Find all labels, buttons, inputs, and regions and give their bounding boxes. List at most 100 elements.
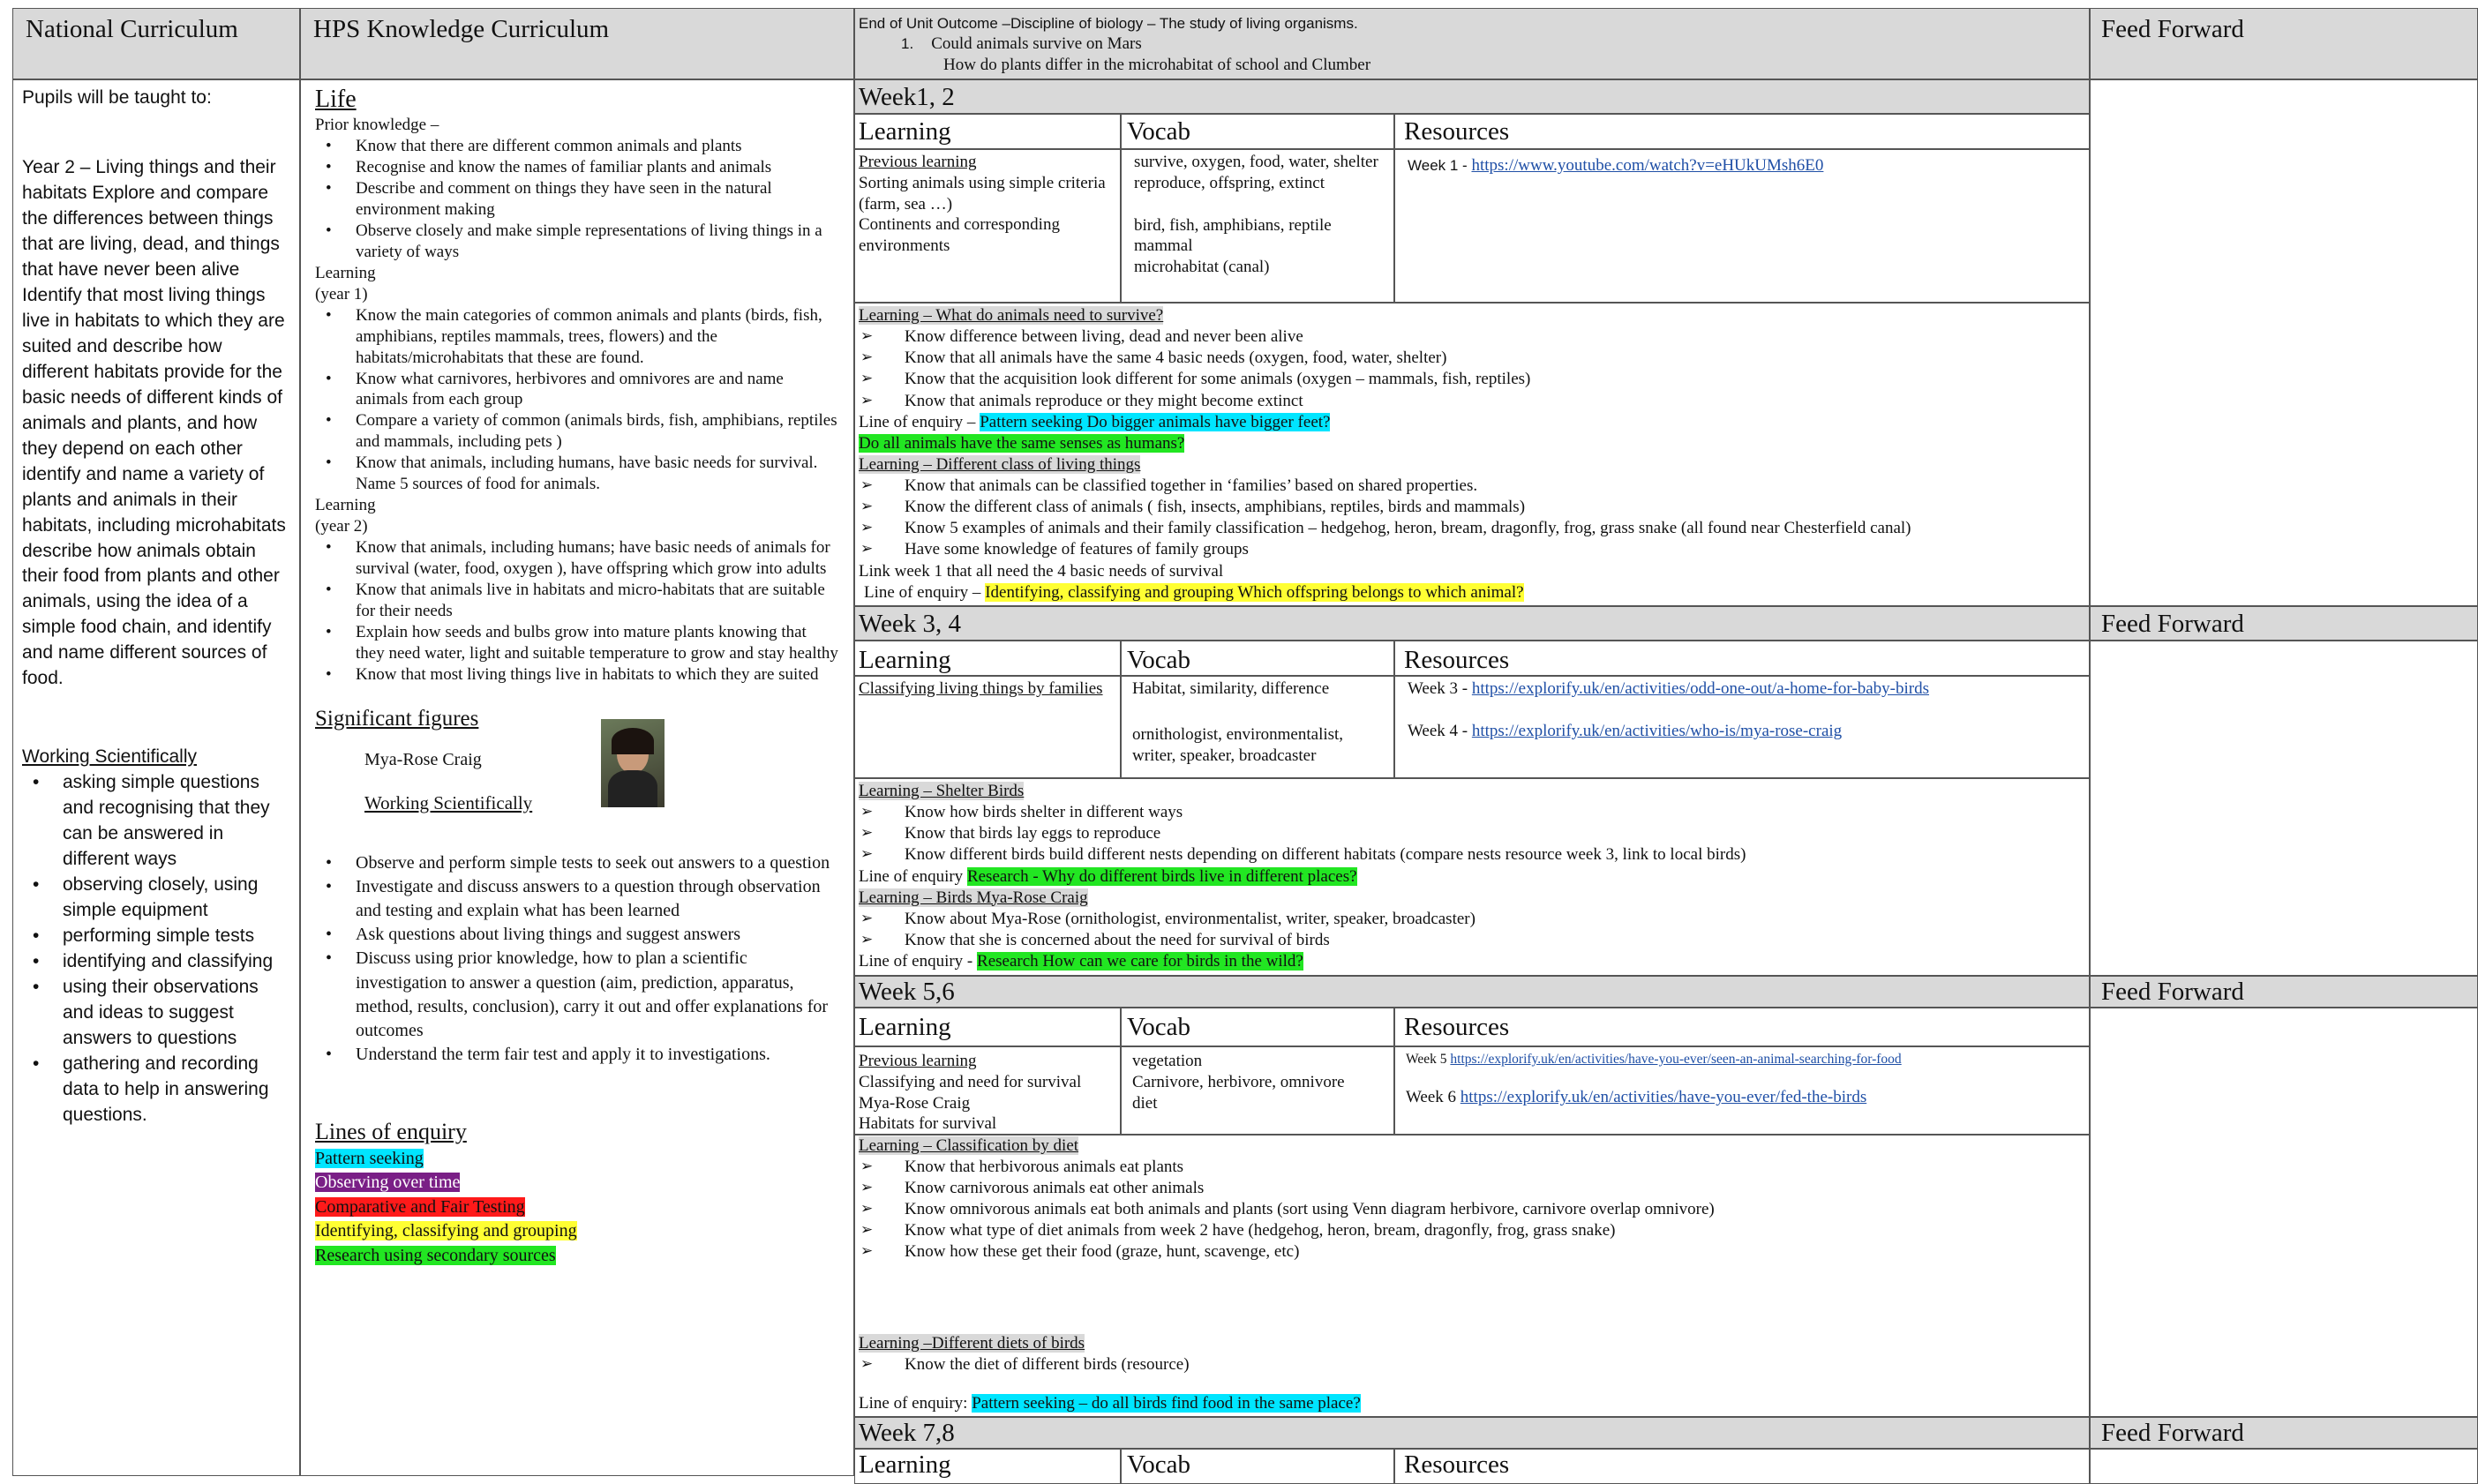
hps-ws-item: Ask questions about living things and su… bbox=[315, 923, 839, 947]
w12-loe2-text: Identifying, classifying and grouping Wh… bbox=[985, 582, 1524, 602]
w12-vocab-5: microhabitat (canal) bbox=[1134, 258, 1270, 276]
w56-learn-1: Classifying and need for survival bbox=[859, 1072, 1082, 1091]
w56-learn-2: Mya-Rose Craig bbox=[859, 1093, 971, 1113]
hps-loe-item: Pattern seeking bbox=[315, 1149, 424, 1169]
hps-ws-item: Understand the term fair test and apply … bbox=[315, 1043, 839, 1067]
hps-column: Life Prior knowledge – Know that there a… bbox=[300, 79, 854, 1476]
w34-loe1-label: Line of enquiry bbox=[859, 866, 964, 886]
w56-res6-link[interactable]: https://explorify.uk/en/activities/have-… bbox=[1461, 1088, 1866, 1106]
w12-bullets-2: Know that animals can be classified toge… bbox=[859, 476, 2085, 561]
ff-header-4: Feed Forward bbox=[2090, 1417, 2478, 1449]
w34-resources-cell: Week 3 - https://explorify.uk/en/activit… bbox=[1394, 676, 2090, 778]
w56-vocab-1: vegetation bbox=[1132, 1052, 1203, 1070]
ff-blank-4 bbox=[2090, 1449, 2478, 1484]
hps-sig-title: Significant figures bbox=[315, 706, 479, 731]
hps-year1-item: Know what carnivores, herbivores and omn… bbox=[315, 369, 839, 411]
w12-vocab-header: Vocab bbox=[1127, 117, 1190, 146]
w12-youtube-link[interactable]: https://www.youtube.com/watch?v=eHUkUMsh… bbox=[1471, 156, 1823, 175]
w78-col-learning: Learning bbox=[854, 1449, 1121, 1484]
w56-bullets-1: Know that herbivorous animals eat plants… bbox=[859, 1157, 2085, 1263]
header-ff-text: Feed Forward bbox=[2101, 15, 2244, 43]
w12-loe1-text: Pattern seeking Do bigger animals have b… bbox=[980, 412, 1331, 431]
header-nc-text: National Curriculum bbox=[26, 15, 238, 43]
w34-loe2-text: Research How can we care for birds in th… bbox=[977, 952, 1303, 971]
w12-bullet: Know the different class of animals ( fi… bbox=[859, 497, 2085, 518]
w56-learning-header: Learning bbox=[859, 1013, 951, 1041]
w34-loe1-text: Research - Why do different birds live i… bbox=[966, 866, 1357, 886]
w56-loe-text: Pattern seeking – do all birds find food… bbox=[972, 1393, 1361, 1413]
w34-learning-cell: Classifying living things by families bbox=[854, 676, 1121, 778]
w34-res4-label: Week 4 - bbox=[1408, 721, 1468, 740]
hps-loe-list: Pattern seeking Observing over time Compar… bbox=[315, 1147, 839, 1268]
hps-prior-item: Observe closely and make simple represen… bbox=[315, 221, 839, 263]
w34-res3-label: Week 3 - bbox=[1408, 679, 1468, 698]
w56-resources-cell: Week 5 https://explorify.uk/en/activitie… bbox=[1394, 1046, 2090, 1135]
eou-number: 1. bbox=[901, 34, 914, 52]
w56-resources-header: Resources bbox=[1404, 1013, 1510, 1041]
w56-heading-1: Learning – Classification by diet bbox=[859, 1136, 1079, 1155]
week78-title-text: Week 7,8 bbox=[859, 1419, 955, 1447]
nc-ws-item: using their observations and ideas to su… bbox=[22, 975, 290, 1052]
w78-col-vocab: Vocab bbox=[1121, 1449, 1394, 1484]
hps-prior-item: Describe and comment on things they have… bbox=[315, 178, 839, 221]
w56-vocab-header: Vocab bbox=[1127, 1013, 1190, 1041]
w12-res-label: Week 1 - bbox=[1408, 157, 1468, 174]
w12-learning-header: Learning bbox=[859, 117, 951, 146]
nc-ws-item: identifying and classifying bbox=[22, 949, 290, 975]
w34-resources-header: Resources bbox=[1404, 646, 1510, 674]
w34-heading-2: Learning – Birds Mya-Rose Craig bbox=[859, 888, 1088, 907]
w56-vocab-2: Carnivore, herbivore, omnivore bbox=[1132, 1072, 1345, 1091]
w12-col-vocab: Vocab bbox=[1121, 114, 1394, 149]
w56-learn-3: Habitats for survival bbox=[859, 1114, 997, 1134]
w56-learning-cell: Previous learning Classifying and need f… bbox=[854, 1046, 1121, 1135]
w34-res4-link[interactable]: https://explorify.uk/en/activities/who-i… bbox=[1472, 722, 1842, 740]
w12-learn-2: Continents and corresponding environment… bbox=[859, 215, 1060, 255]
w34-bullet: Know that she is concerned about the nee… bbox=[859, 930, 2085, 951]
w12-vocab-2: reproduce, offspring, extinct bbox=[1134, 173, 1325, 192]
hps-prior-item: Know that there are different common ani… bbox=[315, 136, 839, 157]
w78-learning-header: Learning bbox=[859, 1450, 951, 1479]
w12-bullet: Know difference between living, dead and… bbox=[859, 326, 2085, 348]
eou-question-1: Could animals survive on Mars bbox=[931, 34, 1142, 53]
w12-col-resources: Resources bbox=[1394, 114, 2090, 149]
hps-ws-title: Working Scientifically bbox=[364, 791, 533, 813]
w34-col-resources: Resources bbox=[1394, 641, 2090, 676]
w12-vocab-3: bird, fish, amphibians, reptile bbox=[1134, 215, 1332, 235]
w12-bullet: Know that animals reproduce or they migh… bbox=[859, 391, 2085, 412]
hps-loe-title: Lines of enquiry bbox=[315, 1119, 467, 1145]
w12-resources-header: Resources bbox=[1404, 117, 1510, 146]
nc-ws-item: gathering and recording data to help in … bbox=[22, 1052, 290, 1128]
eou-title: End of Unit Outcome –Discipline of biolo… bbox=[859, 15, 1358, 32]
w34-learn-text: Classifying living things by families bbox=[859, 679, 1103, 698]
w12-bullet: Know that all animals have the same 4 ba… bbox=[859, 348, 2085, 369]
w34-bullet: Know how birds shelter in different ways bbox=[859, 802, 2085, 823]
w56-bullet: Know what type of diet animals from week… bbox=[859, 1220, 2085, 1241]
week56-title: Week 5,6 bbox=[854, 976, 2090, 1008]
w56-detail-cell: Learning – Classification by diet Know t… bbox=[854, 1135, 2090, 1417]
w56-res5-link[interactable]: https://explorify.uk/en/activities/have-… bbox=[1450, 1052, 1901, 1067]
w12-bullet: Know 5 examples of animals and their fam… bbox=[859, 518, 2085, 539]
w56-bullet: Know carnivorous animals eat other anima… bbox=[859, 1178, 2085, 1199]
w34-bullets-2: Know about Mya-Rose (ornithologist, envi… bbox=[859, 909, 2085, 951]
hps-year1: (year 1) bbox=[315, 284, 368, 304]
hps-year2-item: Know that animals live in habitats and m… bbox=[315, 580, 839, 622]
w34-res3-link[interactable]: https://explorify.uk/en/activities/odd-o… bbox=[1472, 679, 1929, 698]
hps-ws-list: Observe and perform simple tests to seek… bbox=[315, 851, 839, 1068]
ff-header-3: Feed Forward bbox=[2090, 976, 2478, 1008]
w56-bullet: Know omnivorous animals eat both animals… bbox=[859, 1199, 2085, 1220]
w12-loe1b-text: Do all animals have the same senses as h… bbox=[859, 433, 1185, 453]
w12-bullets-1: Know difference between living, dead and… bbox=[859, 326, 2085, 412]
w34-vocab-header: Vocab bbox=[1127, 646, 1190, 674]
w34-col-vocab: Vocab bbox=[1121, 641, 1394, 676]
hps-prior-list: Know that there are different common ani… bbox=[315, 136, 839, 263]
w34-detail-cell: Learning – Shelter Birds Know how birds … bbox=[854, 778, 2090, 976]
nc-year2-text: Year 2 – Living things and their habitat… bbox=[22, 156, 286, 689]
w78-resources-header: Resources bbox=[1404, 1450, 1510, 1479]
hps-ws-item: Observe and perform simple tests to seek… bbox=[315, 851, 839, 875]
eou-question-2: How do plants differ in the microhabitat… bbox=[943, 56, 1371, 75]
w12-vocab-4: mammal bbox=[1134, 236, 1193, 256]
hps-prior-label: Prior knowledge – bbox=[315, 116, 439, 135]
ff-blank-2 bbox=[2090, 641, 2478, 976]
w34-vocab-2: ornithologist, environmentalist, writer,… bbox=[1132, 724, 1344, 765]
hps-ws-item: Investigate and discuss answers to a que… bbox=[315, 875, 839, 923]
